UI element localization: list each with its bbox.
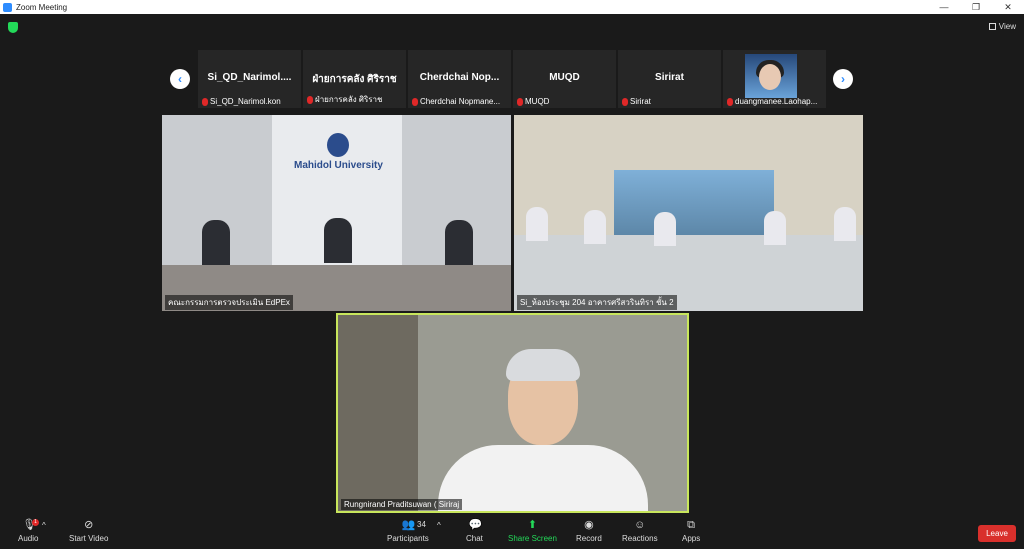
participant-name: Cherdchai Nop... (419, 72, 500, 83)
mic-muted-icon (412, 97, 418, 106)
caret-up-icon: ^ (42, 521, 46, 530)
chat-button[interactable]: 💬 Chat (466, 519, 483, 543)
meeting-topbar: View (0, 14, 1024, 44)
window-titlebar: Zoom Meeting — ❐ ✕ (0, 0, 1024, 14)
chevron-right-icon: › (841, 72, 845, 86)
audio-options-caret[interactable]: ^ (42, 521, 46, 530)
video-label: Rungnirand Praditsuwan ( Siriraj (341, 499, 463, 510)
view-button[interactable]: View (988, 22, 1016, 31)
university-logo-text: Mahidol University (294, 160, 383, 171)
participant-tile[interactable]: duangmanee.Laohap... (723, 50, 826, 108)
participant-label: Cherdchai Nopmane... (412, 97, 500, 106)
share-screen-icon: ⬆ (527, 519, 538, 531)
participant-strip: Si_QD_Narimol.... Si_QD_Narimol.kon ฝ่าย… (198, 50, 826, 108)
audio-notification-badge: 1 (32, 519, 39, 526)
reactions-button[interactable]: ☺ Reactions (622, 519, 658, 543)
next-page-button[interactable]: › (833, 69, 853, 89)
previous-page-button[interactable]: ‹ (170, 69, 190, 89)
participant-label: Sirirat (622, 97, 651, 106)
university-logo (327, 133, 349, 157)
video-label: คณะกรรมการตรวจประเมิน EdPEx (165, 295, 293, 310)
caret-up-icon: ^ (437, 521, 441, 530)
mic-muted-icon (202, 97, 208, 106)
chat-icon: 💬 (468, 519, 483, 531)
apps-icon: ⧉ (687, 519, 696, 531)
meeting-toolbar: 🎙 Audio ^ ⊘ Start Video 👥 Participants 3… (0, 516, 1024, 549)
video-tile-room1[interactable]: Mahidol University คณะกรรมการตรวจประเมิน… (162, 115, 511, 311)
participants-options-caret[interactable]: ^ (437, 521, 441, 530)
participant-label: Si_QD_Narimol.kon (202, 97, 281, 106)
participant-tile[interactable]: ฝ่ายการคลัง ศิริราช ฝ่ายการคลัง ศิริราช (303, 50, 406, 108)
participant-tile[interactable]: Cherdchai Nop... Cherdchai Nopmane... (408, 50, 511, 108)
mic-muted-icon (727, 97, 733, 106)
participant-name: Sirirat (655, 72, 684, 83)
participants-count: 34 (417, 520, 426, 529)
video-label: Si_ห้องประชุม 204 อาคารศรีสวรินทิรา ชั้น… (517, 295, 677, 310)
participant-label: ฝ่ายการคลัง ศิริราช (307, 93, 382, 106)
participant-name: Si_QD_Narimol.... (207, 72, 292, 83)
mic-muted-icon (517, 97, 523, 106)
apps-button[interactable]: ⧉ Apps (682, 519, 700, 543)
close-button[interactable]: ✕ (992, 2, 1024, 13)
share-screen-button[interactable]: ⬆ Share Screen (508, 519, 557, 543)
mic-muted-icon (307, 95, 313, 104)
active-speaker-video[interactable]: Rungnirand Praditsuwan ( Siriraj (336, 313, 689, 513)
video-tile-room2[interactable]: Si_ห้องประชุม 204 อาคารศรีสวรินทิรา ชั้น… (514, 115, 863, 311)
participant-label: MUQD (517, 97, 549, 106)
video-off-icon: ⊘ (84, 519, 94, 531)
chevron-left-icon: ‹ (178, 72, 182, 86)
restore-button[interactable]: ❐ (960, 2, 992, 13)
view-label: View (998, 22, 1016, 31)
zoom-app-icon (3, 2, 12, 12)
mic-muted-icon (622, 97, 628, 106)
record-button[interactable]: ◉ Record (576, 519, 602, 543)
participant-tile[interactable]: MUQD MUQD (513, 50, 616, 108)
minimize-button[interactable]: — (928, 2, 960, 13)
participant-tile[interactable]: Sirirat Sirirat (618, 50, 721, 108)
participant-name: MUQD (549, 72, 580, 83)
reactions-icon: ☺ (634, 519, 646, 531)
participant-name: ฝ่ายการคลัง ศิริราช (312, 74, 397, 85)
participant-label: duangmanee.Laohap... (727, 97, 817, 106)
meeting-room-screen (614, 170, 774, 235)
participant-tile[interactable]: Si_QD_Narimol.... Si_QD_Narimol.kon (198, 50, 301, 108)
record-icon: ◉ (584, 519, 594, 531)
window-title: Zoom Meeting (16, 2, 68, 12)
start-video-button[interactable]: ⊘ Start Video (69, 519, 108, 543)
participants-icon: 👥 (401, 519, 416, 531)
leave-button[interactable]: Leave (978, 525, 1016, 542)
participant-video-thumbnail (745, 54, 797, 98)
grid-icon (988, 23, 996, 30)
security-shield-icon[interactable] (8, 22, 18, 33)
